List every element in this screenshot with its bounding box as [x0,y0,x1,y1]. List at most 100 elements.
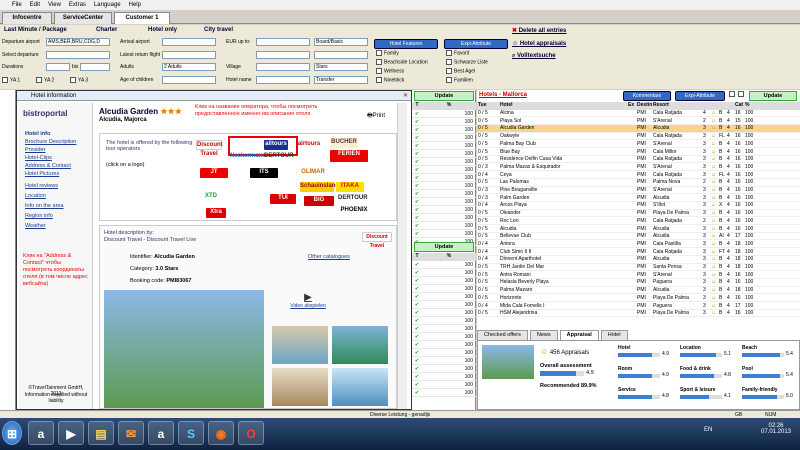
nav-address[interactable]: Address & Contact [25,163,71,169]
operator-logo[interactable]: Neckermann [230,152,266,162]
col-pct[interactable]: % [744,102,758,110]
toggle-a[interactable] [729,91,735,97]
check-icon[interactable]: ✔ [412,191,422,197]
check-icon[interactable]: ✔ [412,175,422,181]
expi-familien[interactable]: Familien [446,77,473,83]
offer-row[interactable]: ✔ 100 [412,309,476,317]
update-button-bottom[interactable]: Update [414,242,474,252]
check-icon[interactable]: ✔ [412,207,422,213]
expi-best-agel[interactable]: Best Agel [446,68,475,74]
hotel-row[interactable]: 0 / 5 Alcudia PMI Alcudia 3 ☺ B 4 16 100 [477,226,800,233]
hotel-row[interactable]: 0 / 4 Ceya PMI Cala Ratjada 3 ☺ FL 4 16 100 [477,172,800,179]
expi-favorit[interactable]: Favorit [446,50,469,56]
col-stars[interactable] [702,102,710,110]
feature-family[interactable]: Family [376,50,399,56]
offer-row[interactable]: ✔ 100 [412,182,476,190]
nav-pictures[interactable]: Hotel Pictures [25,171,59,177]
ya-2[interactable]: YA 2 [36,77,54,83]
offer-row[interactable]: ✔ 100 [412,293,476,301]
hotel-row[interactable]: 0 / 4 Arcos Playa PMI S'Illot 3 ☺ X 4 16 100 [477,202,800,210]
check-icon[interactable]: ✔ [412,366,422,372]
offer-row[interactable]: ✔ 100 [412,110,476,118]
hotel-thumb-lobby[interactable] [272,326,328,364]
taskbar-firefox[interactable]: ◉ [208,421,234,445]
other-catalogues-link[interactable]: Other catalogues [308,254,350,260]
tab-servicecenter[interactable]: ServiceCenter [54,12,112,24]
col-board[interactable] [718,102,726,110]
operator-logo[interactable]: JT [200,168,228,178]
menu-file[interactable]: File [12,2,22,8]
operator-logo[interactable]: OLIMAR [298,168,328,178]
delete-all-link[interactable]: ✖ Delete all entries [512,27,566,34]
nav-reviews[interactable]: Hotel reviews [25,183,58,189]
hotel-features-button[interactable]: Hotel Features [374,39,438,49]
taskbar-app-a2[interactable]: a [148,421,174,445]
expi-best-agel-checkbox[interactable] [446,68,452,74]
offer-row[interactable]: ✔ 100 [412,230,476,238]
menu-extras[interactable]: Extras [69,2,86,8]
offer-row[interactable]: ✔ 100 [412,317,476,325]
offer-row[interactable]: ✔ 100 [412,301,476,309]
nav-weather[interactable]: Weather [25,223,46,229]
menu-edit[interactable]: Edit [30,2,40,8]
hotel-row[interactable]: 0 / 5 Horizonte PMI Playa De Palma 3 ☺ B 4 16 100 [477,295,800,303]
offer-row[interactable]: ✔ 100 [412,206,476,214]
offer-row[interactable]: ✔ 100 [412,261,476,269]
operator-logo[interactable]: ITAKA [336,182,364,192]
offer-row[interactable]: ✔ 100 [412,381,476,389]
eur-second-input[interactable] [256,51,310,59]
village-input[interactable] [256,63,310,71]
kommentare-button[interactable]: Kommentare [623,91,671,101]
operator-logo[interactable]: TUI [270,194,296,204]
adults-select[interactable]: 2 Adults [162,63,216,71]
age-children-input[interactable] [162,76,216,84]
hotel-row[interactable]: 0 / 5 Alcina PMI Cala Ratjada 4 ☺ B 4 16 100 [477,110,800,118]
check-icon[interactable]: ✔ [412,342,422,348]
language-indicator[interactable]: EN [704,427,712,433]
expi-attribute-button-2[interactable]: Expi-Attribute [675,91,725,101]
col-destin[interactable]: Destin [636,102,652,110]
operator-logo[interactable]: PHOENIX [340,206,368,216]
offer-row[interactable]: ✔ 100 [412,190,476,198]
mode-charter[interactable]: Charter [96,27,117,33]
check-icon[interactable]: ✔ [412,278,422,284]
col-hotel[interactable]: Hotel [499,102,627,110]
arrival-airport-input[interactable] [162,38,216,46]
check-icon[interactable]: ✔ [412,326,422,332]
extra-select[interactable] [314,51,368,59]
tab-infocentre[interactable]: Infocentre [2,12,52,24]
hotel-row[interactable]: 0 / 5 Playa Sol PMI S'Arenal 2 ☺ B 4 15 100 [477,118,800,125]
feature-nineblick-checkbox[interactable] [376,77,382,83]
offer-row[interactable]: ✔ 100 [412,126,476,134]
offer-row[interactable]: ✔ 100 [412,357,476,365]
start-button[interactable]: ⊞ [2,421,22,445]
offer-row[interactable]: ✔ 100 [412,142,476,150]
hotel-name-input[interactable] [256,76,310,84]
operator-logo[interactable]: BUCHER [330,138,358,148]
operator-logo[interactable]: FERIEN [330,150,368,162]
hotel-row[interactable]: 0 / 4 Antora PMI Cala Pastilla 3 ☺ B 4 18 100 [477,241,800,249]
check-icon[interactable]: ✔ [412,183,422,189]
col-cat[interactable]: Cat [734,102,744,110]
hotel-row[interactable]: 0 / 5 Palma Mazaro PMI Alcudia 3 ☺ B 4 18 100 [477,287,800,295]
toggle-b[interactable] [738,91,744,97]
col-nights[interactable] [726,102,734,110]
menu-language[interactable]: Language [94,2,121,8]
offer-row[interactable]: ✔ 100 [412,214,476,222]
offer-row[interactable]: ✔ 100 [412,222,476,230]
operator-logo[interactable]: BIG [304,196,334,206]
check-icon[interactable]: ✔ [412,358,422,364]
check-icon[interactable]: ✔ [412,135,422,141]
ya-1[interactable]: YA 1 [2,77,20,83]
col-tue[interactable]: Tue [477,102,499,110]
offer-row[interactable]: ✔ 100 [412,269,476,277]
offer-row[interactable]: ✔ 100 [412,198,476,206]
tab-checked-offers[interactable]: Checked offers [477,330,528,340]
taskbar-explorer[interactable]: ▤ [88,421,114,445]
video-button[interactable]: ▶ Video abspielen [288,292,328,314]
update-button-top[interactable]: Update [414,91,474,101]
nav-location[interactable]: Location [25,193,46,199]
check-icon[interactable]: ✔ [412,310,422,316]
fulltext-search-link[interactable]: ⌕ Volltextsuche [512,53,556,60]
check-icon[interactable]: ✔ [412,382,422,388]
